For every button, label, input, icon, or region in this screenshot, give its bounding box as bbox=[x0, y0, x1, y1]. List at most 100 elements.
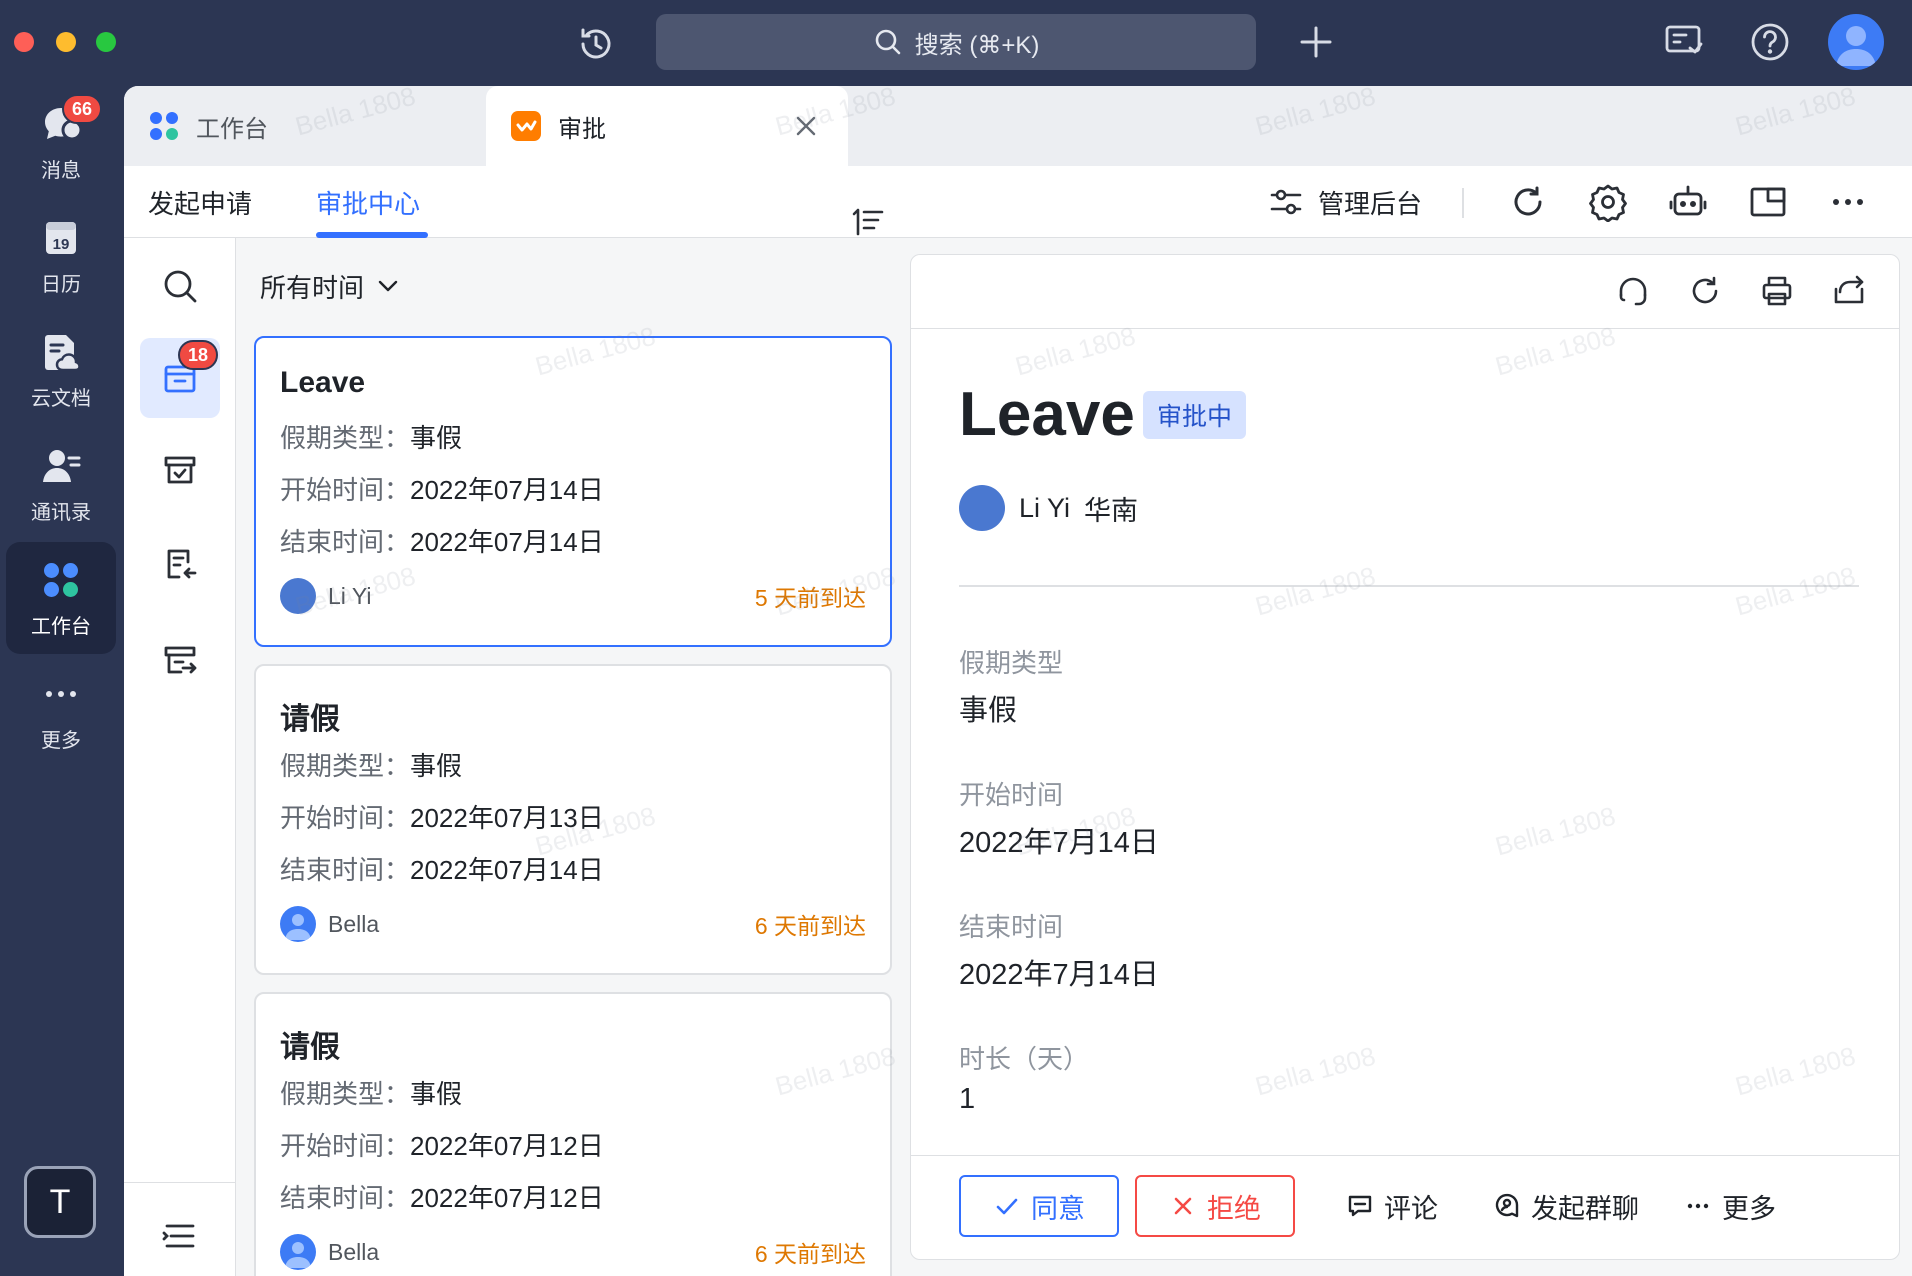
field-label: 开始时间： bbox=[280, 1131, 411, 1161]
history-icon[interactable] bbox=[576, 24, 616, 64]
tab-label: 审批 bbox=[558, 115, 606, 143]
comment-button[interactable]: 评论 bbox=[1337, 1175, 1447, 1237]
rail-submitted[interactable] bbox=[140, 524, 220, 604]
sidebar-item-messages[interactable]: 消息 66 bbox=[6, 86, 116, 198]
approval-app-icon bbox=[511, 111, 541, 141]
sub-navigation: 发起申请 审批中心 管理后台 bbox=[124, 166, 1912, 238]
approval-card[interactable]: 请假 假期类型：事假 开始时间：2022年07月12日 结束时间：2022年07… bbox=[254, 992, 892, 1276]
workplace-grid-icon bbox=[150, 112, 178, 140]
field-label: 开始时间： bbox=[280, 475, 411, 505]
card-user-name: Li Yi bbox=[328, 582, 372, 609]
approve-label: 同意 bbox=[1031, 1193, 1085, 1224]
sidebar-item-label: 日历 bbox=[41, 273, 81, 296]
divider bbox=[1462, 188, 1464, 218]
approval-card[interactable]: Leave 假期类型：事假 开始时间：2022年07月14日 结束时间：2022… bbox=[254, 336, 892, 647]
workspace-switcher[interactable]: T bbox=[24, 1166, 96, 1238]
share-icon[interactable] bbox=[1831, 273, 1867, 309]
rail-processed[interactable] bbox=[140, 430, 220, 510]
field-value: 事假 bbox=[410, 751, 463, 781]
more-label: 更多 bbox=[1722, 1193, 1776, 1224]
headset-icon[interactable] bbox=[1615, 273, 1651, 309]
card-field-leave-type: 假期类型：事假 bbox=[280, 740, 866, 792]
tab-workplace[interactable]: 工作台 bbox=[124, 86, 480, 166]
app-sidebar: 消息 66 19 日历 云文档 通讯录 工作台 更多 T bbox=[0, 86, 124, 1276]
menu-lines-icon bbox=[162, 1224, 195, 1248]
rail-menu-toggle[interactable] bbox=[140, 1196, 220, 1276]
field-value: 2022年07月14日 bbox=[410, 855, 604, 885]
group-chat-button[interactable]: 发起群聊 bbox=[1483, 1175, 1649, 1237]
screen-share-icon[interactable] bbox=[1662, 20, 1706, 64]
main-window: 工作台 审批 发起申请 审批中心 管理后台 18 所有时间 Leave 假期类型… bbox=[124, 86, 1912, 1276]
sidebar-item-calendar[interactable]: 19 日历 bbox=[6, 200, 116, 312]
refresh-icon[interactable] bbox=[1687, 273, 1723, 309]
refresh-icon[interactable] bbox=[1508, 182, 1548, 222]
search-icon bbox=[875, 29, 900, 55]
admin-console-button[interactable]: 管理后台 bbox=[1268, 180, 1422, 224]
arrival-time: 5 天前到达 bbox=[754, 585, 866, 611]
field-label: 假期类型： bbox=[280, 423, 411, 453]
applicant-info[interactable]: Li Yi 华南 bbox=[959, 485, 1138, 531]
field-value: 2022年07月14日 bbox=[410, 475, 604, 505]
split-window-icon[interactable] bbox=[1748, 182, 1788, 222]
tab-approval-center[interactable]: 审批中心 bbox=[316, 166, 420, 238]
sort-icon[interactable] bbox=[850, 204, 886, 240]
window-close-button[interactable] bbox=[14, 32, 34, 52]
approve-button[interactable]: 同意 bbox=[959, 1175, 1119, 1237]
rail-search[interactable] bbox=[140, 246, 220, 326]
sidebar-item-contacts[interactable]: 通讯录 bbox=[6, 428, 116, 540]
chevron-down-icon bbox=[378, 280, 398, 292]
window-minimize-button[interactable] bbox=[56, 32, 76, 52]
sliders-icon bbox=[1270, 189, 1302, 215]
time-filter-dropdown[interactable]: 所有时间 bbox=[236, 238, 904, 334]
gear-icon[interactable] bbox=[1588, 182, 1628, 222]
archive-forward-icon bbox=[164, 646, 197, 674]
rail-cc[interactable] bbox=[140, 620, 220, 700]
global-search-bar[interactable]: 搜索 (⌘+K) bbox=[656, 14, 1256, 70]
sidebar-item-workplace[interactable]: 工作台 bbox=[6, 542, 116, 654]
more-actions-button[interactable]: 更多 bbox=[1675, 1175, 1785, 1237]
sidebar-item-docs[interactable]: 云文档 bbox=[6, 314, 116, 426]
reject-label: 拒绝 bbox=[1207, 1193, 1261, 1224]
rail-pending[interactable]: 18 bbox=[140, 338, 220, 418]
more-dots-icon[interactable] bbox=[1828, 182, 1868, 222]
sidebar-item-label: 云文档 bbox=[31, 387, 91, 410]
close-icon[interactable] bbox=[792, 112, 820, 140]
field-label: 时长（天） bbox=[959, 1044, 1090, 1074]
field-label: 假期类型 bbox=[959, 648, 1064, 678]
group-chat-label: 发起群聊 bbox=[1531, 1193, 1639, 1224]
window-zoom-button[interactable] bbox=[96, 32, 116, 52]
plus-icon[interactable] bbox=[1296, 22, 1336, 62]
comment-icon bbox=[1348, 1195, 1372, 1217]
card-field-start: 开始时间：2022年07月12日 bbox=[280, 1120, 866, 1172]
cloud-doc-icon bbox=[45, 334, 81, 371]
field-label: 结束时间 bbox=[959, 912, 1064, 942]
robot-icon[interactable] bbox=[1668, 182, 1708, 222]
tab-approval[interactable]: 审批 bbox=[486, 86, 848, 166]
sidebar-item-label: 更多 bbox=[41, 729, 81, 752]
search-icon bbox=[164, 270, 197, 303]
field-value: 2022年07月12日 bbox=[410, 1131, 604, 1161]
time-filter-label: 所有时间 bbox=[260, 272, 365, 303]
pending-count-badge: 18 bbox=[178, 340, 219, 370]
card-footer: Bella 6 天前到达 bbox=[280, 1224, 866, 1276]
field-label: 开始时间 bbox=[959, 780, 1064, 810]
tab-submit-request[interactable]: 发起申请 bbox=[148, 166, 252, 238]
field-value: 2022年07月13日 bbox=[410, 803, 604, 833]
reject-button[interactable]: 拒绝 bbox=[1135, 1175, 1295, 1237]
field-label: 结束时间： bbox=[280, 855, 411, 885]
applicant-region: 华南 bbox=[1084, 495, 1139, 526]
print-icon[interactable] bbox=[1759, 273, 1795, 309]
sidebar-item-more[interactable]: 更多 bbox=[6, 656, 116, 768]
admin-console-label: 管理后台 bbox=[1318, 188, 1423, 219]
field-value: 事假 bbox=[410, 1079, 463, 1109]
field-value: 1 bbox=[959, 1083, 976, 1115]
field-value: 事假 bbox=[410, 423, 463, 453]
divider bbox=[959, 585, 1859, 587]
help-icon[interactable] bbox=[1748, 20, 1792, 64]
user-avatar[interactable] bbox=[1828, 14, 1884, 70]
title-bar: 搜索 (⌘+K) bbox=[0, 0, 1912, 86]
approval-card[interactable]: 请假 假期类型：事假 开始时间：2022年07月13日 结束时间：2022年07… bbox=[254, 664, 892, 975]
field-value: 2022年7月14日 bbox=[959, 827, 1159, 859]
unread-badge: 66 bbox=[62, 94, 103, 124]
tab-label: 工作台 bbox=[196, 115, 268, 143]
